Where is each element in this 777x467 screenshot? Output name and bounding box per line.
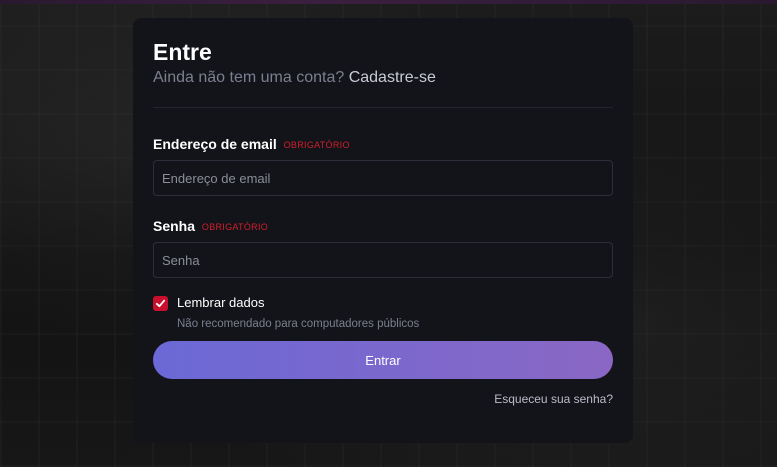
email-field[interactable] — [153, 160, 613, 196]
password-field[interactable] — [153, 242, 613, 278]
login-button[interactable]: Entrar — [153, 341, 613, 379]
remember-me: Lembrar dados Não recomendado para compu… — [153, 295, 613, 331]
password-label-text: Senha — [153, 218, 196, 234]
page-title: Entre — [153, 39, 212, 65]
signup-prompt: Ainda não tem uma conta? Cadastre-se — [153, 68, 613, 88]
checkmark-icon — [155, 299, 166, 308]
remember-checkbox[interactable] — [153, 296, 168, 311]
email-label: Endereço de email OBRIGATÓRIO — [153, 135, 613, 154]
signup-link[interactable]: Cadastre-se — [349, 69, 436, 86]
remember-label[interactable]: Lembrar dados — [177, 295, 613, 311]
top-strip — [0, 0, 777, 4]
password-required-badge: OBRIGATÓRIO — [201, 222, 269, 232]
password-label: Senha OBRIGATÓRIO — [153, 217, 613, 236]
forgot-password-link[interactable]: Esqueceu sua senha? — [153, 392, 613, 406]
login-card: Entre Ainda não tem uma conta? Cadastre-… — [133, 18, 633, 443]
signup-prompt-text: Ainda não tem uma conta? — [153, 69, 345, 86]
email-label-text: Endereço de email — [153, 136, 277, 152]
email-required-badge: OBRIGATÓRIO — [283, 140, 350, 150]
divider — [153, 107, 613, 108]
remember-hint: Não recomendado para computadores públic… — [177, 318, 420, 330]
